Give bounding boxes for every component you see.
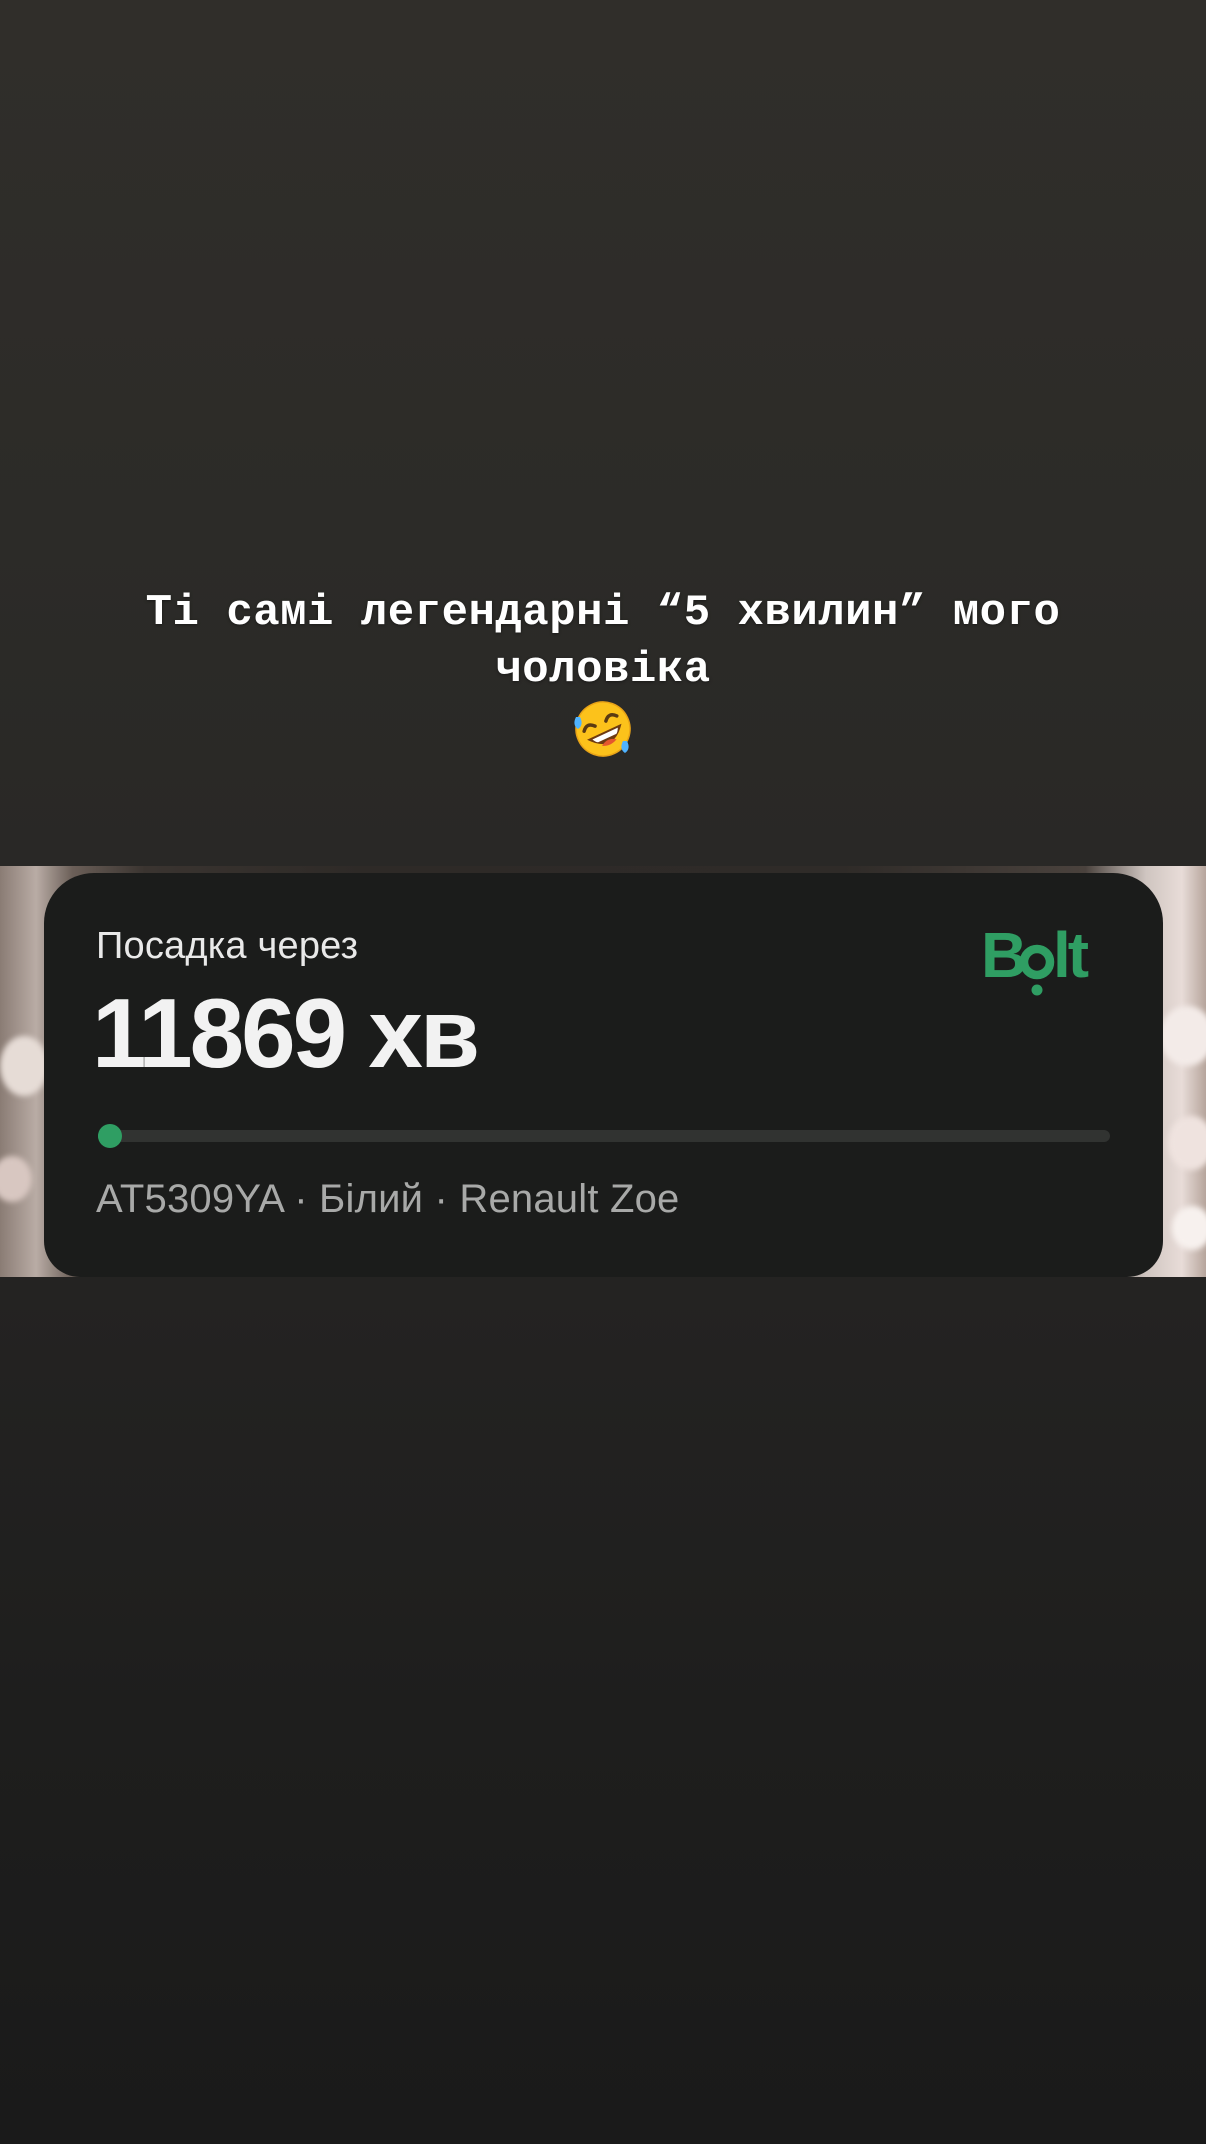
bolt-ride-card[interactable]: Посадка через 11869 хв B lt AT5309YA · Б…: [44, 873, 1163, 1277]
caption-line-1: Ті самі легендарні “5 хвилин” мого: [145, 588, 1061, 638]
flower-decor: [1172, 1206, 1206, 1250]
flower-decor: [0, 1156, 32, 1202]
rolling-laughing-emoji-icon: [574, 701, 631, 757]
car-details: AT5309YA · Білий · Renault Zoe: [96, 1177, 680, 1221]
caption-line-2: чоловіка: [495, 645, 711, 695]
progress-marker: [98, 1124, 122, 1148]
pickup-label: Посадка через: [96, 925, 359, 967]
flower-decor: [0, 1036, 48, 1096]
svg-text:lt: lt: [1053, 919, 1089, 991]
svg-text:B: B: [981, 919, 1025, 991]
story-caption: Ті самі легендарні “5 хвилин” мого чолов…: [60, 585, 1146, 761]
flower-decor: [1160, 1006, 1206, 1066]
flower-decor: [1168, 1116, 1206, 1170]
instagram-story: { "story": { "caption_line1": "Ті самі л…: [0, 0, 1206, 2144]
bolt-logo-icon: B lt: [981, 919, 1092, 996]
pickup-progress-bar: [98, 1124, 1110, 1148]
pickup-eta: 11869 хв: [92, 978, 480, 1088]
